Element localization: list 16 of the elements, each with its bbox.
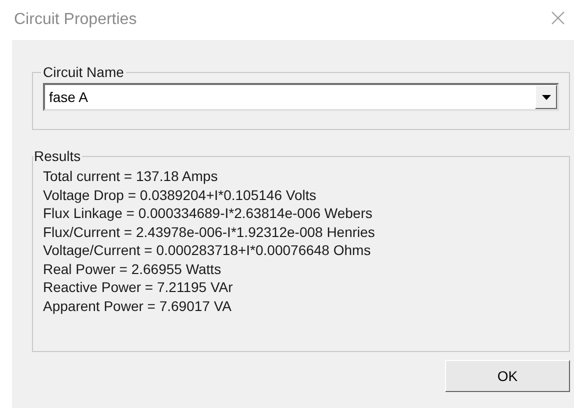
group-label: Circuit Name bbox=[42, 63, 125, 82]
window-title: Circuit Properties bbox=[14, 10, 137, 30]
result-line: Reactive Power = 7.21195 VAr bbox=[43, 278, 234, 296]
close-icon[interactable] bbox=[550, 10, 566, 26]
result-line: Real Power = 2.66955 Watts bbox=[43, 260, 222, 278]
result-line: Voltage Drop = 0.0389204+I*0.105146 Volts bbox=[43, 186, 318, 204]
result-line: Flux Linkage = 0.000334689-I*2.63814e-006 Webers bbox=[43, 204, 374, 222]
result-line: Flux/Current = 2.43978e-006-I*1.92312e-008 Henries bbox=[43, 222, 376, 241]
result-line: Total current = 137.18 Amps bbox=[43, 167, 219, 186]
dropdown-button[interactable] bbox=[535, 85, 557, 109]
result-line: Apparent Power = 7.69017 VA bbox=[43, 296, 232, 315]
circuit-name-dropdown[interactable]: fase A bbox=[43, 83, 559, 111]
result-line: Voltage/Current = 0.000283718+I*0.00076648 Ohms bbox=[43, 241, 372, 260]
group-label: Results bbox=[33, 147, 82, 166]
ok-button[interactable]: OK bbox=[445, 360, 570, 392]
caret-icon bbox=[542, 94, 550, 100]
